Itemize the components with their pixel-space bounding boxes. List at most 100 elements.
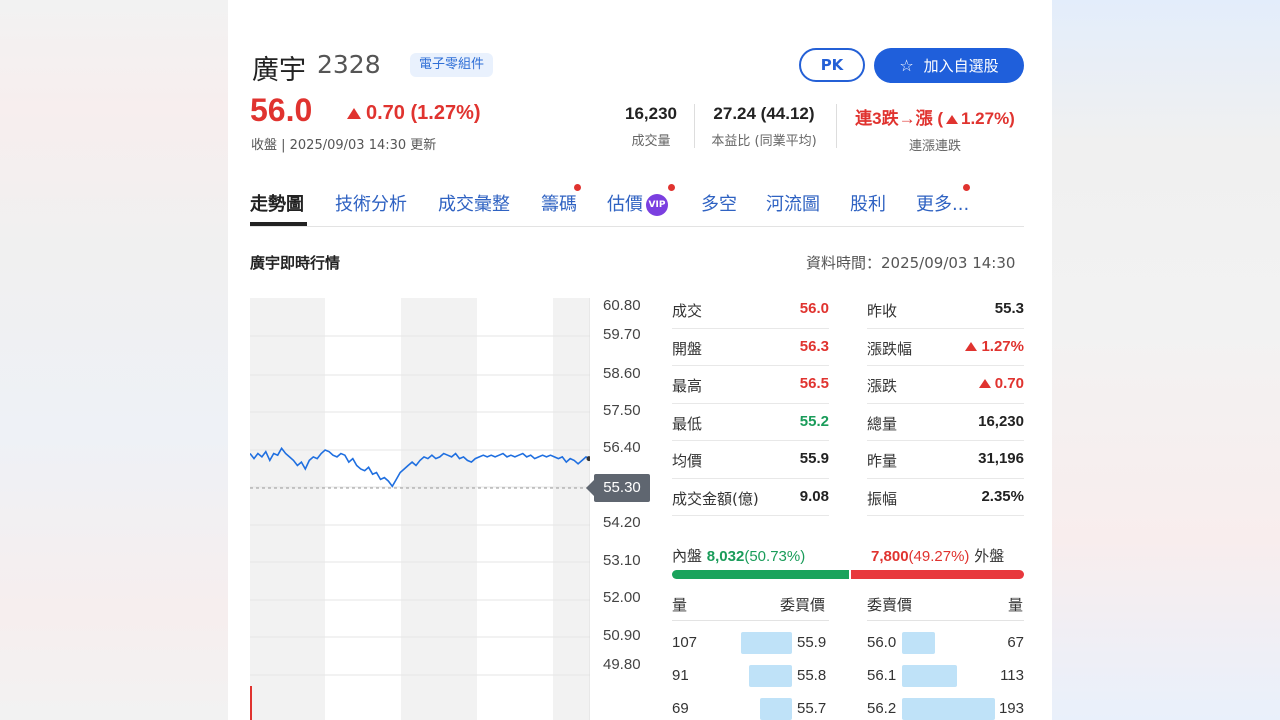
inner-volume: 內盤 8,032(50.73%) xyxy=(672,545,805,566)
background-left xyxy=(0,0,228,720)
y-tick-label: 58.60 xyxy=(603,365,641,382)
quote-row: 均價 55.9 xyxy=(672,441,829,479)
bid-qty: 91 xyxy=(672,667,689,684)
update-time: 收盤 | 2025/09/03 14:30 更新 xyxy=(251,138,437,153)
quote-key: 總量 xyxy=(867,414,898,433)
outer-volume: 7,800(49.27%) 外盤 xyxy=(871,545,1004,566)
quote-value: 2.35% xyxy=(981,487,1024,505)
y-tick-label: 49.80 xyxy=(603,656,641,673)
ask-price: 56.1 xyxy=(867,667,897,684)
quote-row: 振幅 2.35% xyxy=(867,479,1024,516)
bid-price-header: 委買價 xyxy=(780,596,826,614)
stat-volume-value: 16,230 xyxy=(625,104,677,123)
current-price: 56.0 xyxy=(250,92,313,128)
order-book-divider xyxy=(867,620,1024,621)
y-tick-label: 54.20 xyxy=(603,514,641,531)
order-book-divider xyxy=(672,620,829,621)
quote-row: 成交 56.0 xyxy=(672,291,829,329)
quote-key: 振幅 xyxy=(867,489,898,508)
quote-row: 開盤 56.3 xyxy=(672,329,829,366)
bid-volume-bar xyxy=(749,665,792,687)
quote-value: 1.27% xyxy=(962,338,1024,355)
tab-technical[interactable]: 技術分析 xyxy=(335,190,407,216)
y-tick-label: 53.10 xyxy=(603,552,641,569)
outer-pct: (49.27%) xyxy=(908,548,970,565)
bid-price: 55.8 xyxy=(797,667,827,684)
notification-dot xyxy=(574,184,581,191)
stat-pe-value: 27.24 (44.12) xyxy=(713,104,815,123)
inner-ratio-bar xyxy=(672,570,849,579)
tab-more[interactable]: 更多... xyxy=(916,184,970,216)
bid-qty: 69 xyxy=(672,700,689,717)
add-watchlist-button[interactable]: ☆ 加入自選股 xyxy=(874,48,1024,83)
quote-row: 漲跌幅 1.27% xyxy=(867,329,1024,366)
data-time: 資料時間：2025/09/03 14:30 xyxy=(806,254,1016,272)
y-tick-label: 60.80 xyxy=(603,297,641,314)
section-title: 廣宇即時行情 xyxy=(250,254,341,272)
outer-ratio-bar xyxy=(851,570,1024,579)
category-badge[interactable]: 電子零組件 xyxy=(410,53,494,77)
tab-trade-summary[interactable]: 成交彙整 xyxy=(438,190,510,216)
stat-divider xyxy=(836,104,837,148)
quote-row: 最高 56.5 xyxy=(672,366,829,404)
stat-pe: 27.24 (44.12) 本益比 (同業平均) xyxy=(702,104,826,149)
quote-value: 55.3 xyxy=(994,300,1024,317)
bid-volume-bar xyxy=(741,632,792,654)
ask-price-header: 委賣價 xyxy=(867,596,913,614)
bid-price: 55.9 xyxy=(797,634,827,651)
y-tick-label: 52.00 xyxy=(603,589,641,606)
inner-label: 內盤 xyxy=(672,547,703,565)
inner-value: 8,032 xyxy=(706,548,745,565)
quote-row: 總量 16,230 xyxy=(867,404,1024,441)
add-watchlist-label: 加入自選股 xyxy=(923,57,999,75)
tab-valuation[interactable]: 估價 VIP xyxy=(607,184,675,216)
ask-volume-bar xyxy=(902,665,957,687)
tab-trend[interactable]: 走勢圖 xyxy=(250,190,304,216)
quote-row: 成交金額(億) 9.08 xyxy=(672,479,829,516)
quote-key: 開盤 xyxy=(672,339,703,358)
stat-volume: 16,230 成交量 xyxy=(616,104,686,149)
stat-divider xyxy=(694,104,695,148)
quote-key: 最低 xyxy=(672,414,703,433)
ask-qty: 193 xyxy=(998,700,1024,717)
ask-qty: 113 xyxy=(1000,667,1024,684)
bid-qty-header: 量 xyxy=(672,596,688,614)
quote-value-text: 0.70 xyxy=(994,375,1024,392)
stock-name: 廣宇 xyxy=(252,55,306,86)
ask-price: 56.0 xyxy=(867,634,897,651)
quote-value: 55.9 xyxy=(799,450,829,467)
quote-value: 31,196 xyxy=(978,450,1024,467)
intraday-chart[interactable] xyxy=(250,298,590,720)
quote-value: 55.2 xyxy=(799,412,829,430)
quote-row: 最低 55.2 xyxy=(672,404,829,441)
up-arrow-icon xyxy=(965,341,978,351)
star-icon: ☆ xyxy=(899,56,914,75)
quote-row: 漲跌 0.70 xyxy=(867,366,1024,404)
quote-value-text: 1.27% xyxy=(981,337,1024,355)
price-change-value: 0.70 (1.27%) xyxy=(366,102,481,124)
stock-panel: 廣宇 2328 電子零組件 PK ☆ 加入自選股 56.0 0.70 (1.27%… xyxy=(228,0,1052,720)
background-right xyxy=(1052,0,1280,720)
y-tick-label: 59.70 xyxy=(603,326,641,343)
stat-streak-label: 連漲連跌 xyxy=(908,139,961,154)
tab-valuation-label: 估價 xyxy=(607,194,643,215)
tab-chips-label: 籌碼 xyxy=(541,194,577,215)
quote-key: 成交 xyxy=(672,302,703,320)
tab-more-label: 更多... xyxy=(916,194,970,215)
stat-pe-label: 本益比 (同業平均) xyxy=(711,134,817,149)
tab-chips[interactable]: 籌碼 xyxy=(541,184,581,216)
time-band xyxy=(250,298,325,720)
ask-price: 56.2 xyxy=(867,700,897,717)
quote-value: 9.08 xyxy=(799,487,829,505)
up-arrow-icon xyxy=(347,108,361,119)
tab-river-chart[interactable]: 河流圖 xyxy=(766,190,820,216)
tab-bull-bear[interactable]: 多空 xyxy=(701,190,737,216)
current-price-tag: 55.30 xyxy=(586,474,650,502)
quote-key: 均價 xyxy=(672,452,703,470)
tab-dividend[interactable]: 股利 xyxy=(850,190,886,216)
pk-button[interactable]: PK xyxy=(799,48,865,82)
quote-key: 成交金額(億) xyxy=(672,489,759,508)
up-arrow-icon xyxy=(945,115,958,124)
inner-pct: (50.73%) xyxy=(744,548,806,565)
quote-key: 昨量 xyxy=(867,452,898,470)
